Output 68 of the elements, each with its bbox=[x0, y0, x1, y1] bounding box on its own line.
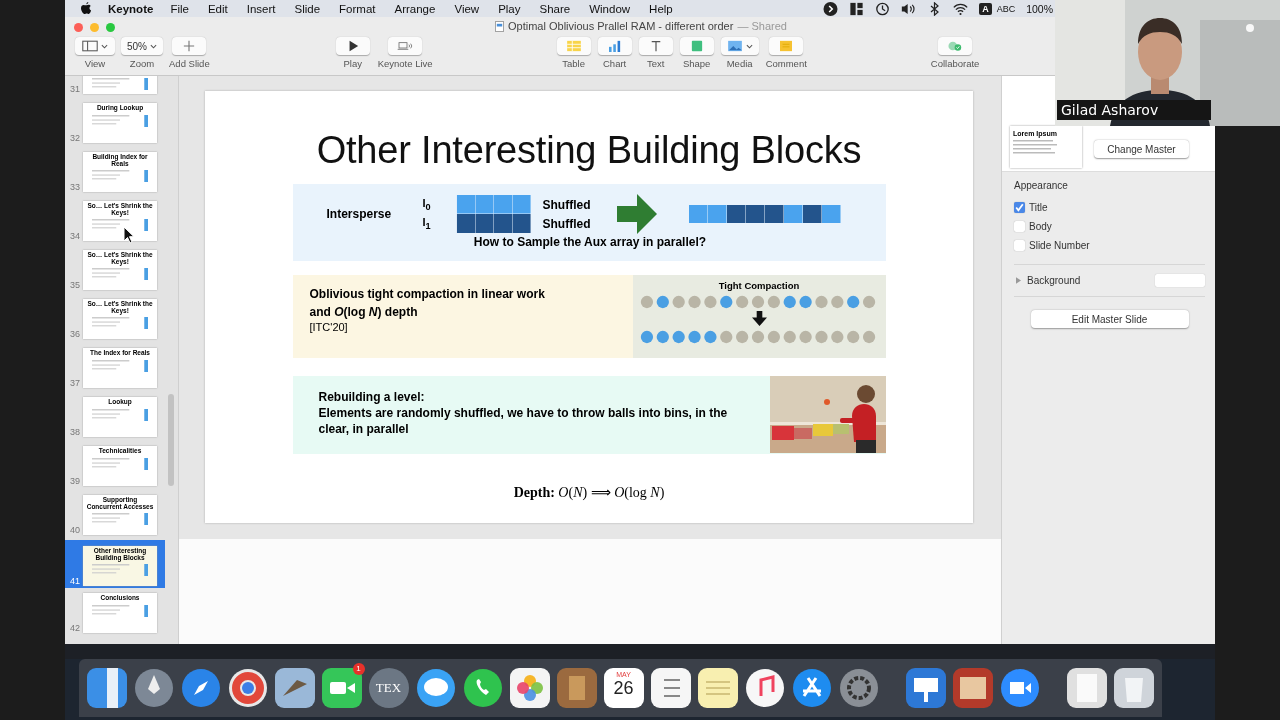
slide-caption: How to Sample the Aux array in parallel? bbox=[472, 235, 708, 249]
checkbox-label: Title bbox=[1029, 202, 1048, 213]
slide-text: Rebuilding a level: bbox=[318, 389, 426, 405]
slide-number: 32 bbox=[69, 133, 80, 143]
toolbar-label: View bbox=[84, 58, 106, 69]
intersperse-label: Intersperse bbox=[326, 207, 393, 221]
menu-item[interactable]: Edit bbox=[207, 2, 228, 15]
toolbar-label: Zoom bbox=[129, 58, 155, 69]
slide-text: Oblivious tight compaction in linear work bbox=[309, 286, 546, 303]
slide-number: 41 bbox=[69, 576, 80, 586]
menu-item[interactable]: File bbox=[170, 2, 189, 15]
shared-status: — Shared bbox=[737, 20, 787, 32]
toolbar-label: Play bbox=[343, 58, 362, 69]
slide-number: 31 bbox=[69, 84, 80, 94]
slide-text: and O(log N) depth bbox=[309, 304, 419, 321]
toolbar-label: Comment bbox=[765, 58, 807, 69]
array-label: I$_{0}$ bbox=[422, 196, 432, 212]
menu-item[interactable]: Insert bbox=[246, 2, 276, 15]
menu-item[interactable]: Play bbox=[498, 2, 521, 15]
toolbar-label: Keynote Live bbox=[377, 58, 433, 69]
change-master-button[interactable]: Change Master bbox=[1094, 140, 1189, 158]
menu-item[interactable]: Share bbox=[539, 2, 571, 15]
menu-item[interactable]: View bbox=[454, 2, 480, 15]
notification-badge: 1 bbox=[352, 663, 365, 675]
zoom-button[interactable]: 50% bbox=[121, 37, 163, 55]
slide-text: Depth: O(N) ⟹ O(log N) bbox=[513, 484, 665, 501]
slide-number: 33 bbox=[69, 182, 80, 192]
slide-title: Other Interesting Building Blocks bbox=[316, 129, 862, 172]
slide-number: 39 bbox=[69, 476, 80, 486]
calendar-day: 26 bbox=[613, 678, 634, 698]
slide-text: Elements are randomly shuffled, we have to throw balls into bins, in the clear, in parallel bbox=[318, 405, 729, 437]
slide-number: 35 bbox=[69, 280, 80, 290]
slide-number: 38 bbox=[69, 427, 80, 437]
slide-number: 36 bbox=[69, 329, 80, 339]
array-status: Shuffled bbox=[542, 197, 592, 212]
menu-item[interactable]: Help bbox=[649, 2, 673, 15]
menu-item[interactable]: Slide bbox=[294, 2, 321, 15]
battery-percent: 100% bbox=[1026, 2, 1053, 15]
checkbox-label: Slide Number bbox=[1029, 240, 1090, 251]
checkbox-label: Body bbox=[1029, 221, 1052, 232]
slide-number: 34 bbox=[69, 231, 80, 241]
input-source-badge[interactable]: A bbox=[979, 2, 992, 15]
slide-number: 37 bbox=[69, 378, 80, 388]
slide-number: 42 bbox=[69, 623, 80, 633]
section-heading: Background bbox=[1027, 275, 1081, 286]
toolbar-label: Add Slide bbox=[169, 58, 210, 69]
array-label: I$_{1}$ bbox=[422, 216, 432, 232]
slide-thumbnail-row[interactable]: 31 bbox=[65, 76, 165, 96]
slide-text: [ITC'20] bbox=[309, 321, 349, 333]
section-heading: Appearance bbox=[1014, 180, 1069, 191]
app-menu[interactable]: Keynote bbox=[108, 2, 154, 15]
array-status: Shuffled bbox=[542, 216, 592, 231]
toolbar-label: Chart bbox=[603, 58, 627, 69]
edit-master-slide-button[interactable]: Edit Master Slide bbox=[1030, 310, 1189, 328]
toolbar-label: Text bbox=[646, 58, 665, 69]
menu-item[interactable]: Format bbox=[339, 2, 376, 15]
toolbar-label: Shape bbox=[682, 58, 711, 69]
menu-item[interactable]: Arrange bbox=[394, 2, 436, 15]
toolbar-label: Table bbox=[562, 58, 585, 69]
toolbar-label: Media bbox=[726, 58, 753, 69]
slide-number: 40 bbox=[69, 525, 80, 535]
participant-name: Gilad Asharov bbox=[1057, 100, 1211, 120]
menu-item[interactable]: Window bbox=[589, 2, 631, 15]
tex-app-icon[interactable]: TEX bbox=[368, 668, 409, 708]
diagram-title: Tight Compaction bbox=[718, 280, 800, 291]
window-title: Optimal Oblivious Prallel RAM - different order bbox=[508, 20, 734, 32]
toolbar-label: Collaborate bbox=[930, 58, 980, 69]
input-source-label: ABC bbox=[996, 3, 1016, 14]
